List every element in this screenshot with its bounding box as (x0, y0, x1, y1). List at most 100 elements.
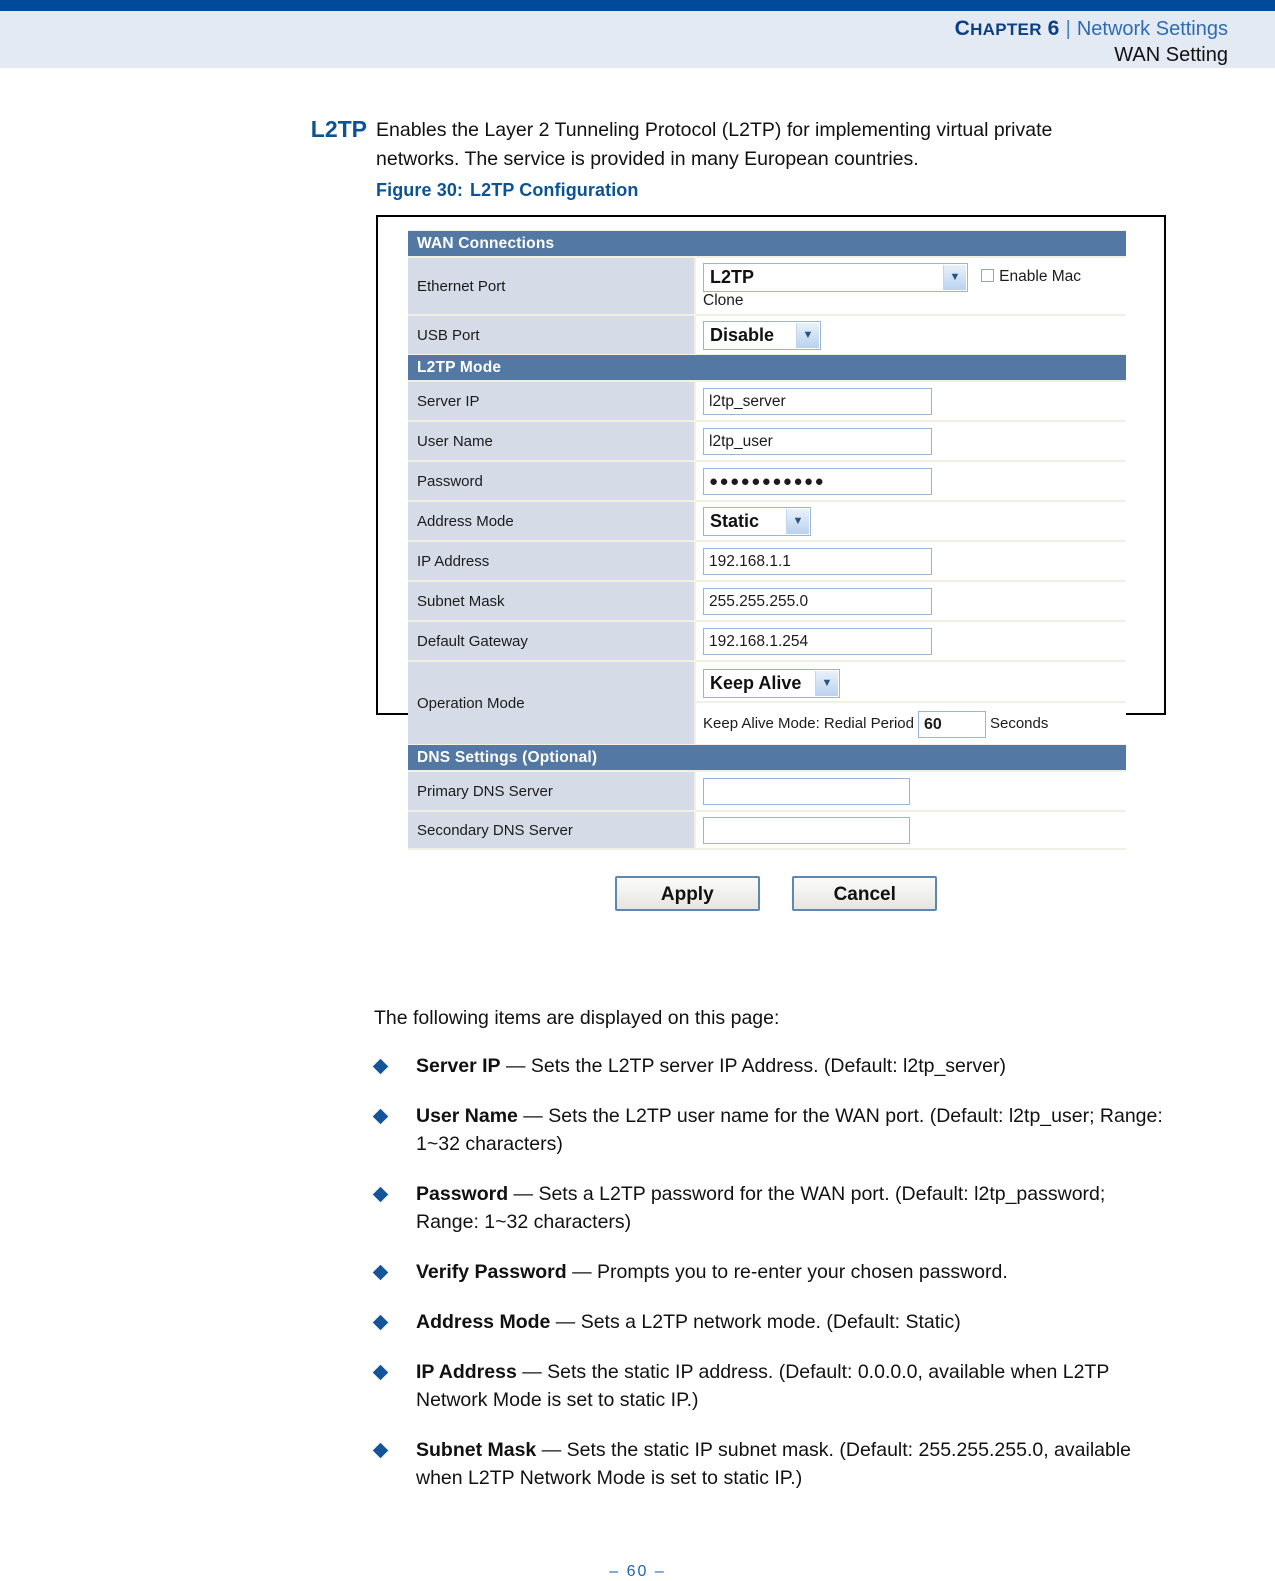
value-user-name: l2tp_user (696, 420, 1126, 460)
diamond-bullet-icon (372, 1264, 389, 1281)
server-ip-input[interactable]: l2tp_server (703, 387, 932, 415)
list-item-term: Address Mode (416, 1311, 551, 1333)
chevron-down-icon[interactable]: ▼ (815, 670, 838, 696)
list-item-desc: — Sets the static IP address. (Default: … (416, 1361, 1109, 1411)
label-password: Password (408, 460, 696, 500)
figure-screenshot-frame: WAN Connections Ethernet Port L2TP ▼ Ena… (376, 215, 1166, 911)
value-server-ip: l2tp_server (696, 380, 1126, 420)
list-item-desc: — Sets the L2TP user name for the WAN po… (416, 1105, 1163, 1155)
list-item-term: User Name (416, 1105, 518, 1127)
keepalive-prefix-label: Keep Alive Mode: Redial Period (703, 715, 914, 732)
margin-term-l2tp: L2TP (310, 116, 367, 142)
header-subsection-title: WAN Setting (1114, 44, 1228, 66)
header-section-title: Network Settings (1076, 18, 1228, 40)
figure-caption: Figure 30: L2TP Configuration (376, 180, 639, 201)
list-item: Address Mode — Sets a L2TP network mode.… (372, 1308, 1164, 1336)
diamond-bullet-icon (372, 1108, 389, 1125)
password-input[interactable]: ●●●●●●●●●●● (703, 467, 932, 495)
table-row-user-name: User Name l2tp_user (408, 420, 1126, 460)
usb-port-select[interactable]: Disable ▼ (703, 320, 821, 350)
figure-caption-title: L2TP Configuration (470, 180, 639, 200)
diamond-bullet-icon (372, 1058, 389, 1075)
section-header-dns-settings: DNS Settings (Optional) (408, 744, 1126, 770)
label-subnet-mask: Subnet Mask (408, 580, 696, 620)
list-item-desc: — Sets a L2TP network mode. (Default: St… (550, 1311, 961, 1333)
page-footer: – 60 – (609, 1563, 666, 1580)
default-gateway-input[interactable]: 192.168.1.254 (703, 627, 932, 655)
operation-mode-select-value: Keep Alive (710, 672, 802, 693)
label-operation-mode: Operation Mode (408, 660, 696, 744)
list-item-desc: — Sets the L2TP server IP Address. (Defa… (500, 1055, 1006, 1077)
figure-caption-number: Figure 30: (376, 180, 464, 200)
value-subnet-mask: 255.255.255.0 (696, 580, 1126, 620)
list-item-desc: — Sets a L2TP password for the WAN port.… (416, 1183, 1106, 1233)
address-mode-select[interactable]: Static ▼ (703, 506, 811, 536)
list-intro-text: The following items are displayed on thi… (374, 1007, 780, 1029)
list-item: User Name — Sets the L2TP user name for … (372, 1102, 1164, 1158)
table-row-ip-address: IP Address 192.168.1.1 (408, 540, 1126, 580)
page-header: CHAPTER 6 | Network Settings WAN Setting (0, 11, 1275, 68)
table-row-operation-mode: Operation Mode Keep Alive ▼ Keep Alive M… (408, 660, 1126, 744)
label-usb-port: USB Port (408, 314, 696, 354)
ip-address-input[interactable]: 192.168.1.1 (703, 547, 932, 575)
label-ip-address: IP Address (408, 540, 696, 580)
list-item: Server IP — Sets the L2TP server IP Addr… (372, 1052, 1164, 1080)
section-header-row-l2tp: L2TP Mode (408, 354, 1126, 380)
list-item: IP Address — Sets the static IP address.… (372, 1358, 1164, 1414)
value-ip-address: 192.168.1.1 (696, 540, 1126, 580)
chevron-down-icon[interactable]: ▼ (943, 264, 966, 290)
list-item-term: Password (416, 1183, 509, 1205)
chevron-down-icon[interactable]: ▼ (796, 322, 819, 348)
enable-mac-clone-checkbox-wrap[interactable]: Enable Mac (981, 268, 1081, 286)
checkbox-icon[interactable] (981, 269, 995, 282)
diamond-bullet-icon (372, 1364, 389, 1381)
table-row-subnet-mask: Subnet Mask 255.255.255.0 (408, 580, 1126, 620)
section-header-row-wan: WAN Connections (408, 230, 1126, 256)
subnet-mask-input[interactable]: 255.255.255.0 (703, 587, 932, 615)
keepalive-redial-period-input[interactable]: 60 (917, 710, 986, 738)
primary-dns-server-input[interactable] (703, 777, 910, 805)
value-password: ●●●●●●●●●●● (696, 460, 1126, 500)
item-description-list: Server IP — Sets the L2TP server IP Addr… (372, 1052, 1164, 1514)
address-mode-select-value: Static (710, 510, 760, 531)
user-name-input[interactable]: l2tp_user (703, 427, 932, 455)
operation-mode-select[interactable]: Keep Alive ▼ (703, 668, 840, 698)
form-button-row: Apply Cancel (408, 850, 1134, 911)
enable-mac-clone-label-line2: Clone (703, 291, 744, 309)
table-row-default-gateway: Default Gateway 192.168.1.254 (408, 620, 1126, 660)
value-address-mode: Static ▼ (696, 500, 1126, 540)
table-row-usb-port: USB Port Disable ▼ (408, 314, 1126, 354)
intro-paragraph: Enables the Layer 2 Tunneling Protocol (… (376, 119, 1053, 170)
list-item-term: Subnet Mask (416, 1439, 537, 1461)
chapter-label-smallcaps: HAPTER (970, 20, 1042, 39)
section-header-wan-connections: WAN Connections (408, 230, 1126, 256)
wan-configuration-table: WAN Connections Ethernet Port L2TP ▼ Ena… (408, 230, 1126, 850)
secondary-dns-server-input[interactable] (703, 816, 910, 844)
label-secondary-dns-server: Secondary DNS Server (408, 810, 696, 850)
list-item-term: Verify Password (416, 1261, 567, 1283)
enable-mac-clone-label-line1: Enable Mac (999, 268, 1082, 285)
ethernet-port-select[interactable]: L2TP ▼ (703, 262, 968, 292)
label-user-name: User Name (408, 420, 696, 460)
label-server-ip: Server IP (408, 380, 696, 420)
table-row-ethernet-port: Ethernet Port L2TP ▼ Enable Mac Clone (408, 256, 1126, 314)
chevron-down-icon[interactable]: ▼ (786, 508, 809, 534)
value-secondary-dns-server (696, 810, 1126, 850)
table-row-address-mode: Address Mode Static ▼ (408, 500, 1126, 540)
value-usb-port: Disable ▼ (696, 314, 1126, 354)
diamond-bullet-icon (372, 1186, 389, 1203)
header-separator: | (1065, 18, 1071, 40)
diamond-bullet-icon (372, 1314, 389, 1331)
chapter-number: 6 (1047, 17, 1060, 40)
header-chapter-line: CHAPTER 6 | Network Settings (0, 16, 1228, 43)
list-item-term: Server IP (416, 1055, 501, 1077)
list-item-term: IP Address (416, 1361, 517, 1383)
cancel-button[interactable]: Cancel (792, 876, 938, 911)
value-operation-mode: Keep Alive ▼ Keep Alive Mode: Redial Per… (696, 660, 1126, 744)
chapter-label-capital: C (954, 17, 971, 40)
section-header-l2tp-mode: L2TP Mode (408, 354, 1126, 380)
list-item: Password — Sets a L2TP password for the … (372, 1180, 1164, 1236)
apply-button[interactable]: Apply (614, 876, 760, 911)
value-ethernet-port: L2TP ▼ Enable Mac Clone (696, 256, 1126, 314)
table-row-secondary-dns: Secondary DNS Server (408, 810, 1126, 850)
